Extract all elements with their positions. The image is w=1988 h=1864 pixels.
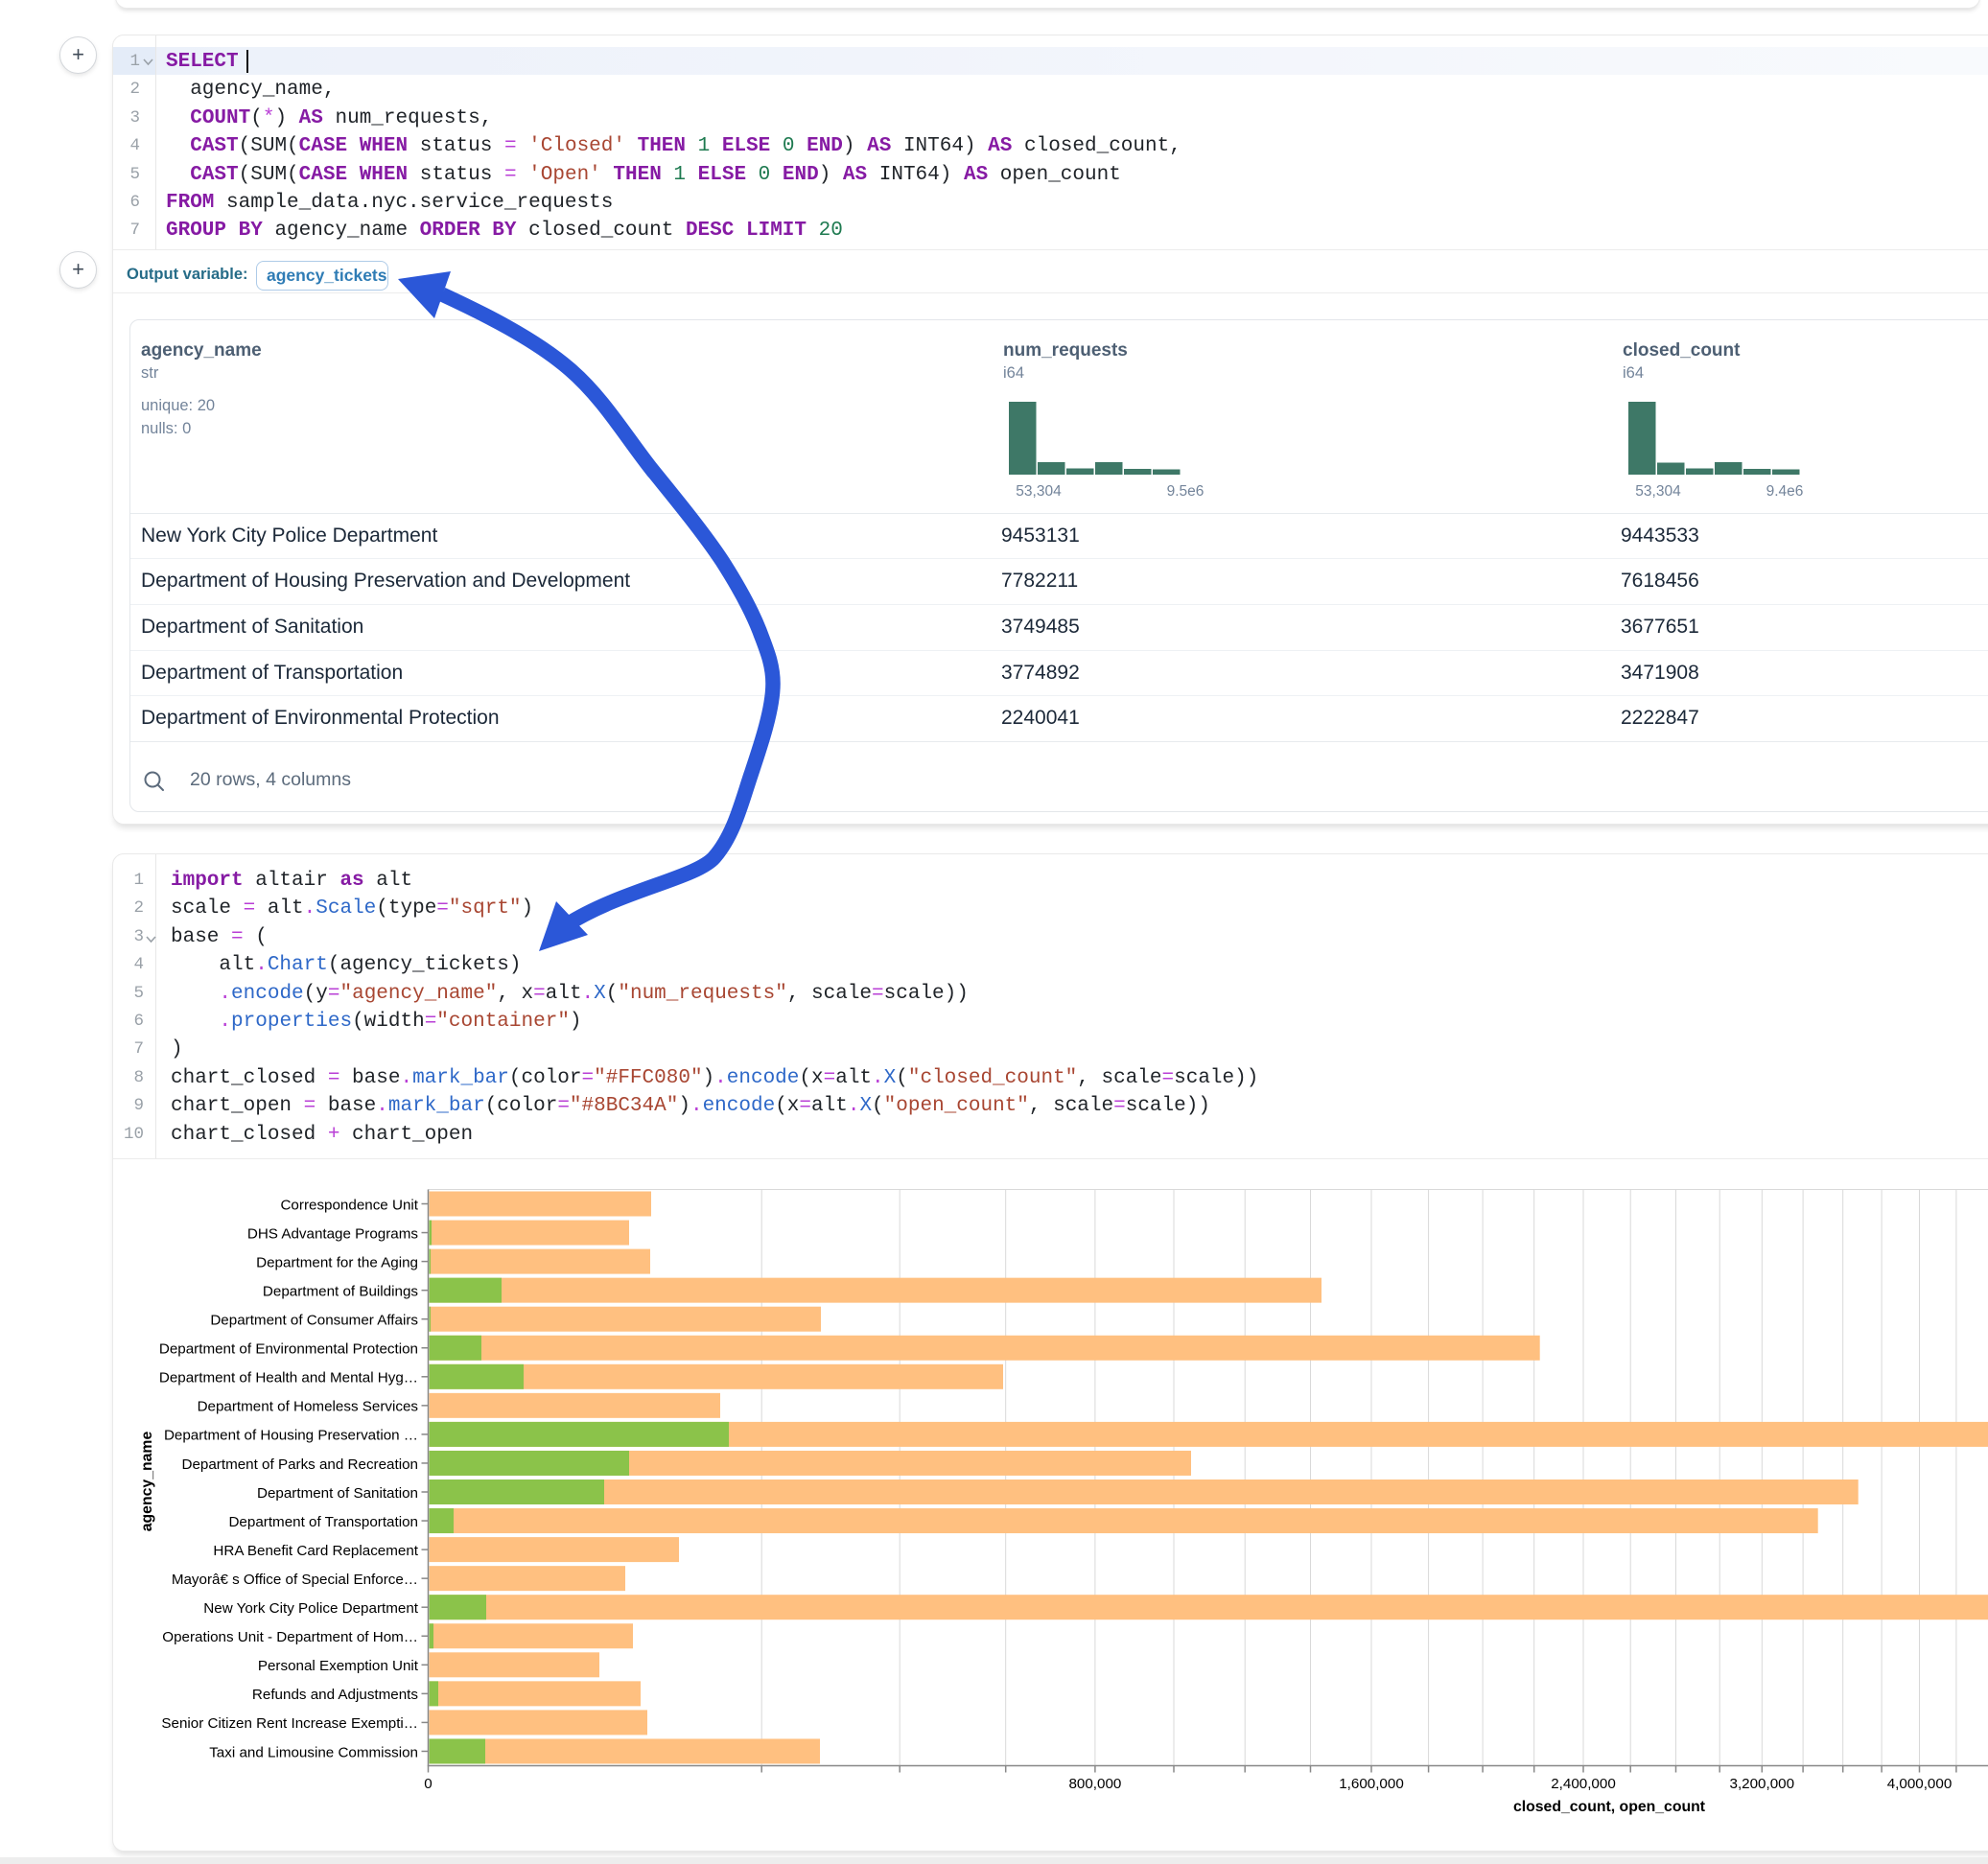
svg-text:Department of Homeless Service: Department of Homeless Services <box>198 1399 419 1415</box>
svg-text:agency_name: agency_name <box>139 1432 155 1532</box>
svg-text:DHS Advantage Programs: DHS Advantage Programs <box>247 1225 419 1242</box>
svg-text:Department of Environmental Pr: Department of Environmental Protection <box>159 1341 418 1358</box>
svg-text:2,400,000: 2,400,000 <box>1551 1776 1616 1792</box>
svg-text:Department of Housing Preserva: Department of Housing Preservation … <box>164 1428 418 1444</box>
svg-text:Department of Transportation: Department of Transportation <box>228 1514 418 1530</box>
svg-text:4,000,000: 4,000,000 <box>1887 1776 1953 1792</box>
svg-text:Department of Consumer Affairs: Department of Consumer Affairs <box>210 1313 418 1329</box>
svg-text:Department of Sanitation: Department of Sanitation <box>257 1485 418 1502</box>
svg-text:3,200,000: 3,200,000 <box>1730 1776 1795 1792</box>
svg-text:Taxi and Limousine Commission: Taxi and Limousine Commission <box>209 1744 418 1760</box>
svg-text:New York City Police Departmen: New York City Police Department <box>203 1600 418 1617</box>
svg-text:closed_count, open_count: closed_count, open_count <box>1513 1799 1706 1815</box>
svg-text:Senior Citizen Rent Increase E: Senior Citizen Rent Increase Exempti… <box>161 1715 418 1732</box>
svg-text:Department of Health and Menta: Department of Health and Mental Hyg… <box>159 1370 418 1386</box>
svg-text:Department for the Aging: Department for the Aging <box>256 1254 418 1270</box>
svg-text:Operations Unit - Department o: Operations Unit - Department of Hom… <box>162 1629 418 1645</box>
svg-text:Personal Exemption Unit: Personal Exemption Unit <box>258 1658 419 1674</box>
svg-text:Refunds and Adjustments: Refunds and Adjustments <box>252 1687 418 1703</box>
svg-text:HRA Benefit Card Replacement: HRA Benefit Card Replacement <box>213 1543 418 1559</box>
svg-text:Department of Parks and Recrea: Department of Parks and Recreation <box>181 1456 418 1473</box>
svg-text:800,000: 800,000 <box>1068 1776 1121 1792</box>
svg-text:Mayorâ€ s Office of Special En: Mayorâ€ s Office of Special Enforce… <box>172 1572 418 1588</box>
svg-text:Department of Buildings: Department of Buildings <box>263 1283 418 1299</box>
svg-text:0: 0 <box>424 1776 432 1792</box>
svg-text:Correspondence Unit: Correspondence Unit <box>280 1197 418 1213</box>
svg-text:1,600,000: 1,600,000 <box>1339 1776 1404 1792</box>
